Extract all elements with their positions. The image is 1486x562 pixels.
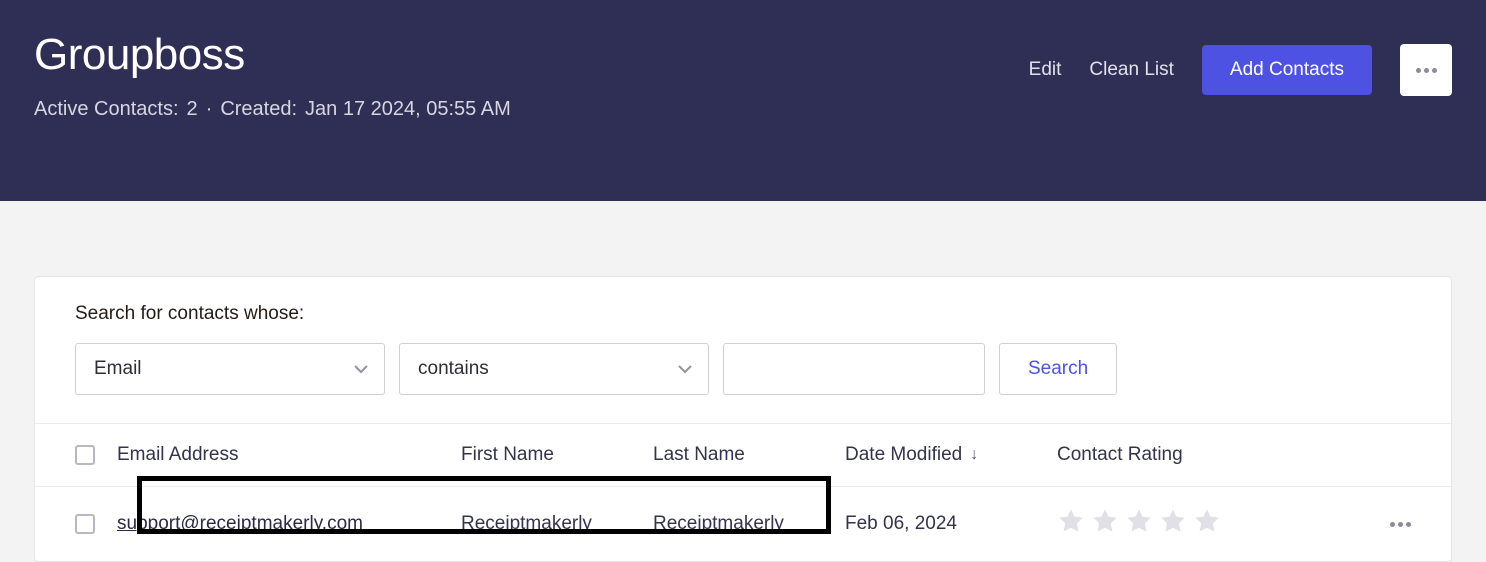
- star-icon: [1159, 507, 1187, 541]
- search-field-value: Email: [94, 358, 142, 380]
- active-contacts-count: 2: [187, 98, 198, 121]
- column-header-date-modified[interactable]: Date Modified ↓: [845, 444, 1057, 466]
- search-field-select[interactable]: Email: [75, 343, 385, 395]
- table-row: support@receiptmakerly.com Receiptmakerl…: [35, 487, 1451, 561]
- edit-link[interactable]: Edit: [1029, 59, 1062, 81]
- star-icon: [1125, 507, 1153, 541]
- header-left: Groupboss Active Contacts: 2 · Created: …: [34, 30, 511, 121]
- row-select-cell: [75, 514, 117, 534]
- star-icon: [1091, 507, 1119, 541]
- page-title: Groupboss: [34, 30, 511, 80]
- more-actions-button[interactable]: [1400, 44, 1452, 96]
- select-all-checkbox[interactable]: [75, 445, 95, 465]
- chevron-down-icon: [678, 358, 692, 380]
- ellipsis-icon: [1416, 68, 1437, 73]
- row-last-name-cell: Receiptmakerly: [653, 513, 845, 535]
- search-operator-value: contains: [418, 358, 489, 380]
- created-label: Created:: [220, 98, 297, 121]
- table-header-row: Email Address First Name Last Name Date …: [35, 423, 1451, 487]
- contacts-card: Search for contacts whose: Email contain…: [34, 276, 1452, 562]
- chevron-down-icon: [354, 358, 368, 380]
- row-more-button[interactable]: [1390, 522, 1411, 527]
- star-icon: [1193, 507, 1221, 541]
- select-all-cell: [75, 445, 117, 465]
- ellipsis-icon: [1390, 522, 1411, 527]
- active-contacts-label: Active Contacts:: [34, 98, 179, 121]
- page-header: Groupboss Active Contacts: 2 · Created: …: [0, 0, 1486, 201]
- row-date-cell: Feb 06, 2024: [845, 513, 1057, 535]
- row-checkbox[interactable]: [75, 514, 95, 534]
- contact-email-link[interactable]: support@receiptmakerly.com: [117, 513, 363, 534]
- sort-descending-icon: ↓: [970, 446, 978, 464]
- page-meta: Active Contacts: 2 · Created: Jan 17 202…: [34, 98, 511, 121]
- row-email-cell: support@receiptmakerly.com: [117, 513, 461, 535]
- star-icon: [1057, 507, 1085, 541]
- search-button[interactable]: Search: [999, 343, 1117, 395]
- search-label: Search for contacts whose:: [35, 303, 1451, 343]
- search-query-input[interactable]: [723, 343, 985, 395]
- rating-stars[interactable]: [1057, 507, 1297, 541]
- row-rating-cell: [1057, 507, 1297, 541]
- search-row: Email contains Search: [35, 343, 1451, 423]
- search-operator-select[interactable]: contains: [399, 343, 709, 395]
- row-first-name-cell: Receiptmakerly: [461, 513, 653, 535]
- column-header-email[interactable]: Email Address: [117, 444, 461, 466]
- add-contacts-button[interactable]: Add Contacts: [1202, 45, 1372, 95]
- header-actions: Edit Clean List Add Contacts: [1029, 30, 1452, 96]
- created-value: Jan 17 2024, 05:55 AM: [305, 98, 511, 121]
- row-actions-cell: [1297, 522, 1411, 527]
- clean-list-link[interactable]: Clean List: [1089, 59, 1174, 81]
- column-header-last-name[interactable]: Last Name: [653, 444, 845, 466]
- column-header-first-name[interactable]: First Name: [461, 444, 653, 466]
- column-header-date-label: Date Modified: [845, 444, 962, 466]
- column-header-contact-rating[interactable]: Contact Rating: [1057, 444, 1297, 466]
- meta-separator: ·: [206, 98, 213, 121]
- contacts-table: Email Address First Name Last Name Date …: [35, 423, 1451, 561]
